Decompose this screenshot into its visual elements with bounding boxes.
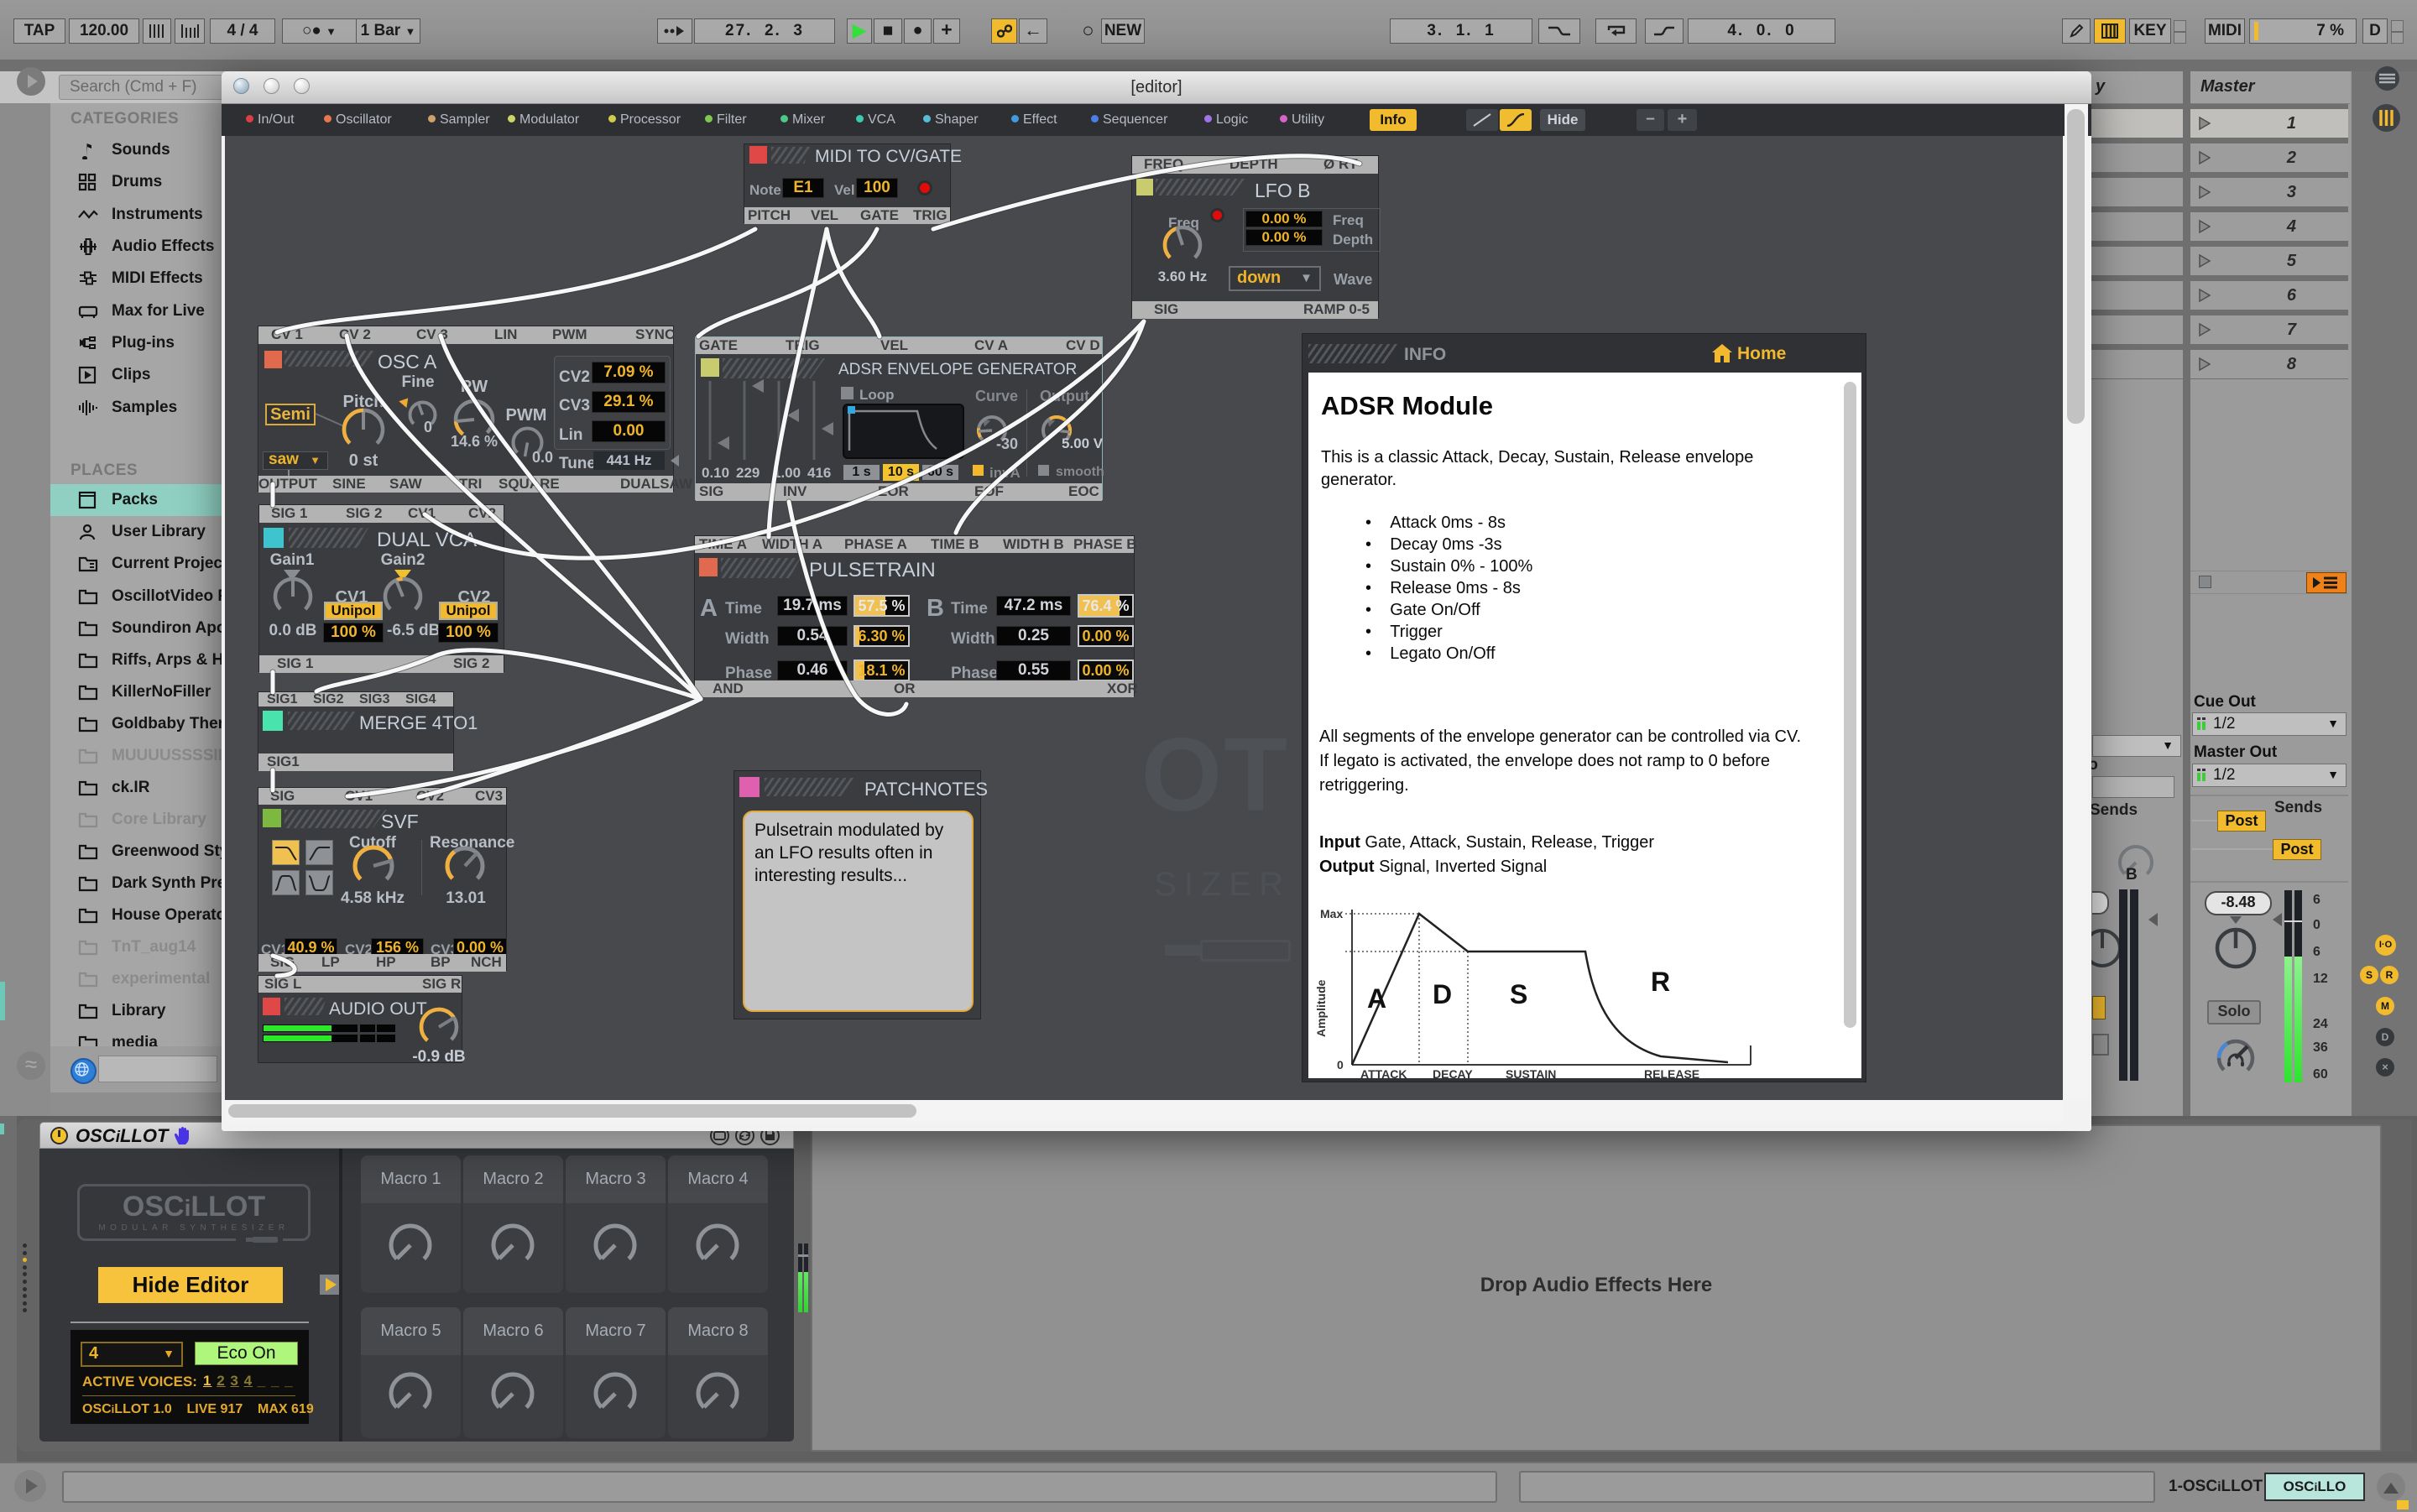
svg-text:0: 0 [1337, 1058, 1344, 1071]
svg-text:D: D [1433, 979, 1452, 1009]
svg-text:Amplitude: Amplitude [1314, 979, 1328, 1037]
svg-text:SUSTAIN: SUSTAIN [1506, 1067, 1556, 1078]
svg-text:A: A [1367, 983, 1386, 1014]
svg-text:S: S [1510, 979, 1527, 1009]
svg-text:R: R [1651, 967, 1670, 997]
svg-text:DECAY: DECAY [1433, 1067, 1473, 1078]
svg-text:ATTACK: ATTACK [1360, 1067, 1407, 1078]
svg-text:RELEASE: RELEASE [1644, 1067, 1699, 1078]
svg-text:Max: Max [1320, 907, 1343, 920]
